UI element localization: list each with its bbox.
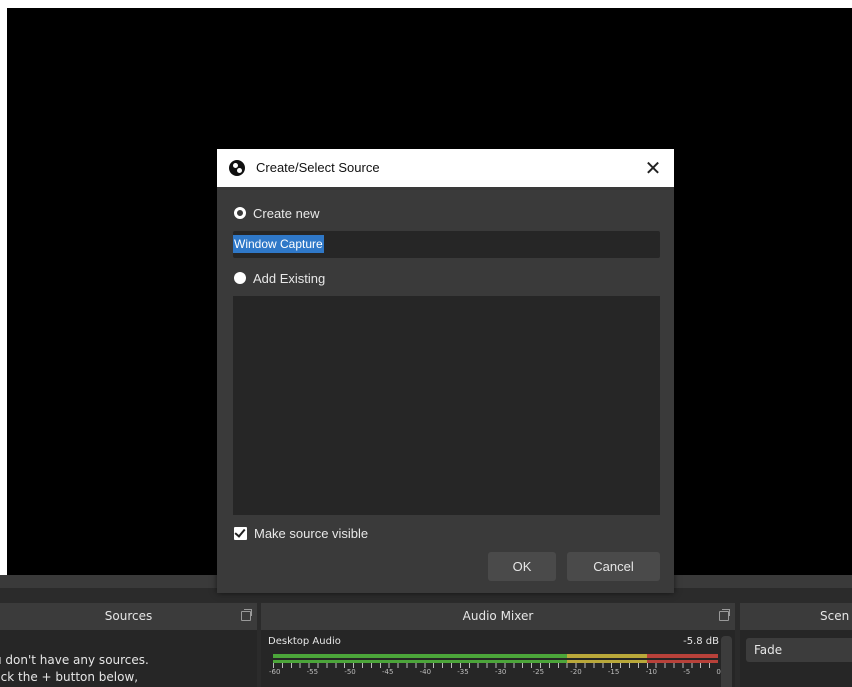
create-new-radio[interactable]: Create new <box>234 204 319 222</box>
selected-text: Window Capture <box>233 235 324 253</box>
meter-scale-label: -25 <box>532 668 545 676</box>
scene-transitions-body: Fade <box>740 630 852 687</box>
dialog-titlebar[interactable]: Create/Select Source ✕ <box>217 149 674 187</box>
volume-meter-left <box>273 654 718 658</box>
empty-hint-line1: u don't have any sources. <box>0 653 149 667</box>
undock-icon[interactable] <box>719 609 730 621</box>
create-new-label: Create new <box>253 205 320 221</box>
mixer-channel-desktop-audio: Desktop Audio -5.8 dB -60 -55 -50 -45 -40 -35… <box>267 636 721 687</box>
obs-logo-icon <box>229 160 245 176</box>
meter-scale-label: -10 <box>645 668 657 676</box>
transition-select[interactable]: Fade <box>746 638 852 662</box>
sources-dock-title: Sources <box>0 603 257 630</box>
make-visible-label: Make source visible <box>254 526 369 541</box>
mixer-scrollbar[interactable] <box>721 636 732 687</box>
meter-scale-label: -45 <box>381 668 394 676</box>
create-select-source-dialog: Create/Select Source ✕ Create new Window… <box>217 149 674 593</box>
meter-scale-label: -35 <box>457 668 469 676</box>
dialog-title: Create/Select Source <box>256 160 380 175</box>
add-existing-label: Add Existing <box>253 270 326 286</box>
cancel-button[interactable]: Cancel <box>567 552 660 581</box>
checkbox-checked-icon[interactable] <box>234 527 247 540</box>
meter-scale-label: -5 <box>683 668 691 676</box>
undock-icon[interactable] <box>241 609 252 621</box>
add-existing-radio[interactable]: Add Existing <box>234 269 325 287</box>
meter-scale-label: -40 <box>419 668 432 676</box>
ok-button[interactable]: OK <box>488 552 556 581</box>
empty-hint-line2: lick the + button below, <box>0 670 139 684</box>
meter-scale-label: -55 <box>306 668 319 676</box>
obs-main-window: Sources u don't have any sources. lick t… <box>0 0 852 687</box>
meter-scale-label: -60 <box>269 668 281 676</box>
source-name-input[interactable]: Window Capture <box>233 231 660 258</box>
existing-sources-list[interactable] <box>233 296 660 515</box>
meter-scale-label: -50 <box>344 668 356 676</box>
meter-scale-label: -15 <box>607 668 620 676</box>
audio-mixer-title: Audio Mixer <box>261 603 735 630</box>
sources-dock: Sources u don't have any sources. lick t… <box>0 603 257 687</box>
radio-checked-icon[interactable] <box>234 207 246 219</box>
scene-transitions-dock: Scen Fade <box>740 603 852 687</box>
audio-mixer-dock: Audio Mixer Desktop Audio -5.8 dB -60 -55… <box>261 603 735 687</box>
meter-scale-label: -30 <box>494 668 507 676</box>
channel-level: -5.8 dB <box>683 636 719 647</box>
meter-scale-label: -20 <box>570 668 582 676</box>
make-visible-checkbox-row[interactable]: Make source visible <box>234 526 368 541</box>
close-icon[interactable]: ✕ <box>640 155 666 181</box>
radio-unchecked-icon[interactable] <box>234 272 246 284</box>
sources-list[interactable]: u don't have any sources. lick the + but… <box>0 630 257 687</box>
channel-name: Desktop Audio <box>268 636 341 647</box>
meter-scale: -60 -55 -50 -45 -40 -35 -30 -25 -20 -15 -10 -5 0 <box>269 668 721 676</box>
scene-transitions-title: Scen <box>740 603 852 630</box>
audio-mixer-body: Desktop Audio -5.8 dB -60 -55 -50 -45 -40 -35… <box>261 630 735 687</box>
